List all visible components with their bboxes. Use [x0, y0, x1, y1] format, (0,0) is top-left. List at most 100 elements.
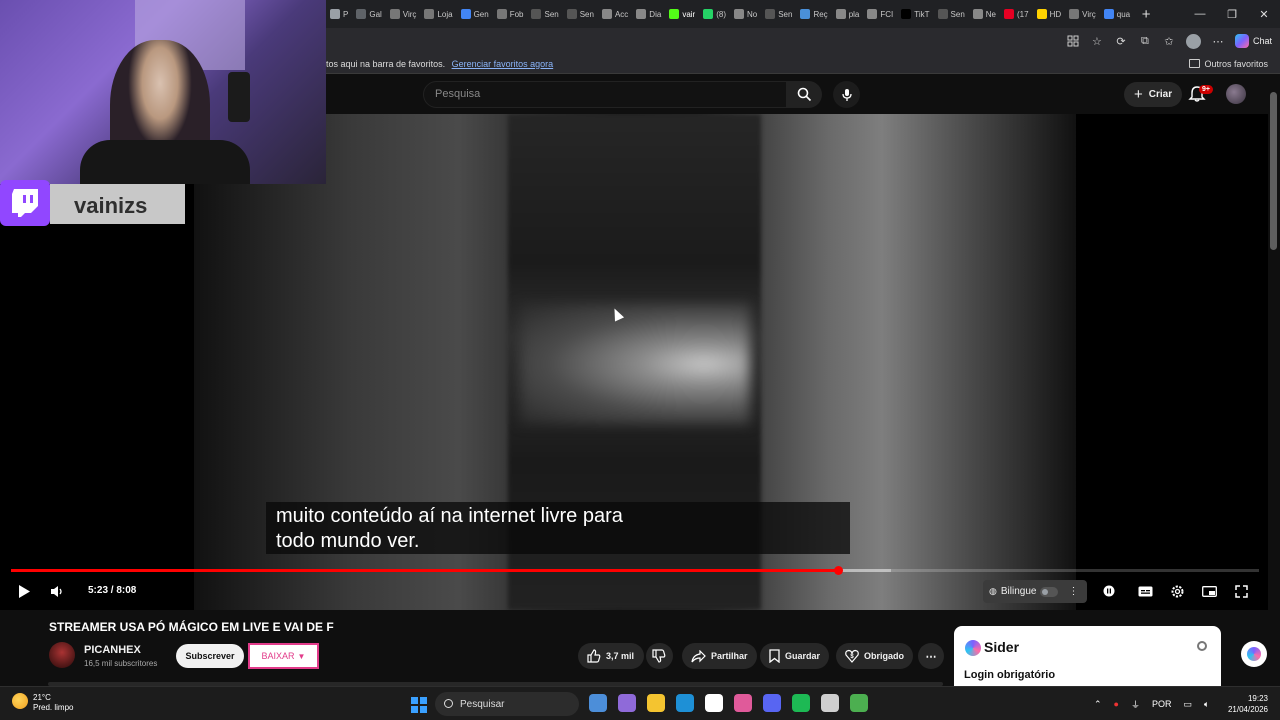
browser-tab[interactable]: Ne [969, 0, 1000, 28]
browser-tab[interactable]: Sen [527, 0, 562, 28]
taskbar-app-icon[interactable] [705, 694, 723, 712]
fullscreen-button[interactable] [1228, 578, 1254, 604]
miniplayer-button[interactable] [1196, 578, 1222, 604]
browser-tab[interactable]: Fob [493, 0, 528, 28]
browser-tab[interactable]: Reç [796, 0, 831, 28]
tray-overflow-icon[interactable]: ⌃ [1094, 699, 1102, 710]
tray-microphone-icon[interactable]: ⏚ [1131, 698, 1140, 711]
other-favorites[interactable]: Outros favoritos [1189, 59, 1268, 69]
tab-favicon-icon [330, 9, 340, 19]
close-button[interactable]: ✕ [1248, 0, 1280, 28]
windows-start-icon[interactable] [411, 697, 427, 713]
dislike-button[interactable] [646, 643, 673, 669]
browser-tab[interactable]: pla [832, 0, 864, 28]
taskbar-search[interactable]: Pesquisar [435, 692, 579, 716]
share-button[interactable]: Partilhar [682, 643, 757, 669]
channel-name[interactable]: PICANHEX [84, 644, 141, 656]
taskbar-app-icon[interactable] [676, 694, 694, 712]
browser-tab[interactable]: qua [1100, 0, 1134, 28]
browser-tab[interactable]: Virç [386, 0, 421, 28]
taskbar-app-icon[interactable] [618, 694, 636, 712]
browser-tab[interactable]: vair [665, 0, 699, 28]
taskbar-app-icon[interactable] [850, 694, 868, 712]
speaker-icon[interactable]: 🔈︎ [1204, 699, 1209, 710]
weather-widget[interactable]: 21°C Pred. limpo [12, 693, 73, 713]
scrollbar-thumb[interactable] [1270, 92, 1277, 250]
taskbar-app-icon[interactable] [792, 694, 810, 712]
browser-tab[interactable]: TikT [897, 0, 933, 28]
video-player[interactable]: muito conteúdo aí na internet livre para… [0, 114, 1268, 610]
save-button[interactable]: Guardar [760, 643, 830, 669]
extensions-icon[interactable]: ⧉ [1138, 34, 1152, 48]
taskbar-app-icon[interactable] [821, 694, 839, 712]
copilot-chat-button[interactable]: Chat [1234, 34, 1272, 48]
create-button[interactable]: + Criar [1124, 82, 1183, 107]
tray-app-icon[interactable]: ● [1114, 699, 1119, 709]
network-icon[interactable]: ▭ [1184, 699, 1193, 710]
taskbar-app-icon[interactable] [647, 694, 665, 712]
taskbar-app-icon[interactable] [763, 694, 781, 712]
browser-tab[interactable]: Loja [420, 0, 456, 28]
captions-icon [1138, 586, 1152, 596]
manage-favorites-link[interactable]: Gerenciar favoritos agora [452, 59, 554, 69]
bilingue-toggle[interactable]: ◍ Bilingue ⋮ [983, 580, 1087, 603]
sider-panel[interactable]: Sider Login obrigatório [954, 626, 1221, 686]
browser-tab[interactable]: Sen [761, 0, 796, 28]
channel-avatar[interactable] [49, 642, 75, 668]
browser-tab[interactable]: HD [1033, 0, 1066, 28]
browser-tab[interactable]: FCI [863, 0, 897, 28]
play-button[interactable] [11, 578, 37, 604]
tab-favicon-icon [867, 9, 878, 19]
autoplay-toggle[interactable] [1096, 578, 1122, 604]
settings-button[interactable] [1164, 578, 1190, 604]
new-tab-button[interactable]: + [1138, 6, 1154, 23]
favorites-icon[interactable]: ✩ [1162, 34, 1176, 48]
thanks-button[interactable]: $ Obrigado [836, 643, 913, 669]
browser-tab[interactable]: (8) [699, 0, 730, 28]
profile-avatar[interactable] [1185, 33, 1201, 49]
volume-button[interactable] [44, 578, 70, 604]
browser-tab[interactable]: Sen [563, 0, 598, 28]
dropdown-arrow-icon: ▼ [297, 651, 306, 661]
taskbar-app-icon[interactable] [589, 694, 607, 712]
progress-bar[interactable] [11, 566, 1259, 575]
bilingue-switch[interactable] [1040, 586, 1059, 597]
browser-tab[interactable]: Acc [598, 0, 632, 28]
browser-tab[interactable]: Sen [934, 0, 969, 28]
tab-favicon-icon [835, 9, 846, 19]
tab-label: qua [1116, 9, 1131, 19]
voice-search-button[interactable] [833, 81, 860, 108]
favorite-star-icon[interactable]: ☆ [1090, 34, 1104, 48]
save-label: Guardar [785, 651, 821, 661]
browser-tab[interactable]: Gal [352, 0, 385, 28]
browser-tab[interactable]: No [730, 0, 761, 28]
tab-favicon-icon [1103, 9, 1114, 19]
subscribe-button[interactable]: Subscrever [176, 644, 244, 668]
like-button[interactable]: 3,7 mil [578, 643, 644, 669]
account-avatar[interactable] [1226, 84, 1246, 104]
browser-tab[interactable]: (17 [1000, 0, 1033, 28]
browser-tab[interactable]: Gen [457, 0, 493, 28]
browser-tab[interactable]: Dia [632, 0, 665, 28]
taskbar-app-icon[interactable] [734, 694, 752, 712]
download-button[interactable]: BAIXAR ▼ [248, 643, 319, 669]
more-menu-icon[interactable]: ⋯ [1211, 34, 1225, 48]
tab-favicon-icon [636, 9, 647, 19]
more-actions-button[interactable]: ⋯ [918, 643, 944, 669]
page-scrollbar[interactable] [1268, 74, 1280, 686]
subtitles-button[interactable] [1132, 578, 1158, 604]
minimize-button[interactable]: — [1184, 0, 1216, 28]
input-language[interactable]: POR [1152, 699, 1172, 709]
refresh-extension-icon[interactable]: ⟳ [1114, 34, 1128, 48]
search-input[interactable]: Pesquisa [423, 81, 789, 108]
app-available-icon[interactable] [1066, 34, 1080, 48]
browser-tab[interactable]: P [326, 0, 352, 28]
sider-floating-button[interactable] [1241, 641, 1267, 667]
bilingue-more-icon[interactable]: ⋮ [1068, 586, 1078, 597]
search-button[interactable] [786, 81, 822, 108]
system-clock[interactable]: 19:23 21/04/2026 [1228, 693, 1268, 715]
maximize-button[interactable]: ❐ [1216, 0, 1248, 28]
other-favorites-label: Outros favoritos [1204, 58, 1268, 69]
sider-settings-icon[interactable] [1197, 641, 1207, 651]
browser-tab[interactable]: Virç [1065, 0, 1100, 28]
